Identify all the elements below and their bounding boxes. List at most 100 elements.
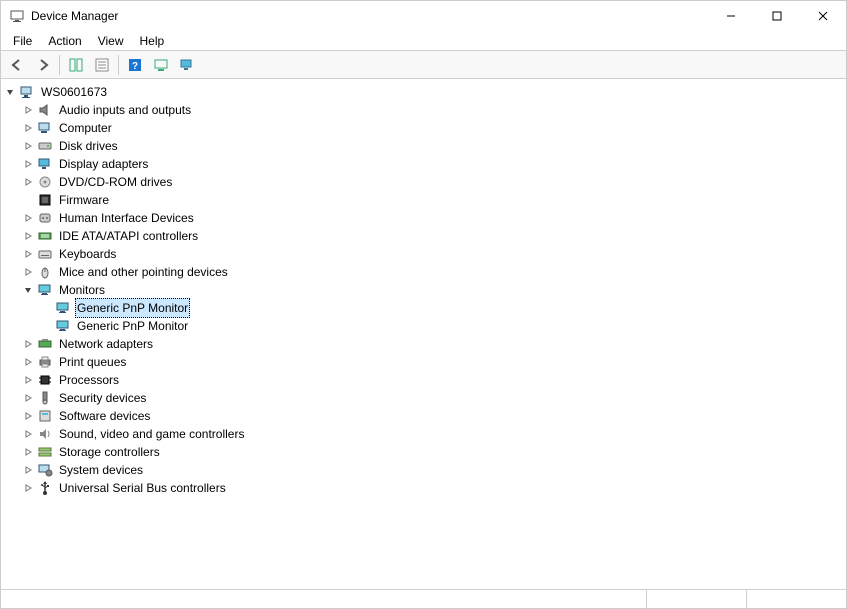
tree-node-child-10-1[interactable]: Generic PnP Monitor — [3, 317, 844, 335]
monitor-icon — [37, 282, 53, 298]
expander-icon[interactable] — [21, 481, 35, 495]
tree-node-cat-3[interactable]: Display adapters — [3, 155, 844, 173]
audio-icon — [37, 102, 53, 118]
node-label: Firmware — [57, 191, 111, 209]
dvd-icon — [37, 174, 53, 190]
expander-icon[interactable] — [21, 427, 35, 441]
node-label: WS0601673 — [39, 83, 109, 101]
expander-icon[interactable] — [21, 157, 35, 171]
tree-node-cat-5[interactable]: Firmware — [3, 191, 844, 209]
tree-node-cat-4[interactable]: DVD/CD-ROM drives — [3, 173, 844, 191]
tree-node-cat-7[interactable]: IDE ATA/ATAPI controllers — [3, 227, 844, 245]
printer-icon — [37, 354, 53, 370]
software-icon — [37, 408, 53, 424]
tree-node-cat-8[interactable]: Keyboards — [3, 245, 844, 263]
node-label: Universal Serial Bus controllers — [57, 479, 228, 497]
tree-node-cat-9[interactable]: Mice and other pointing devices — [3, 263, 844, 281]
keyboard-icon — [37, 246, 53, 262]
separator — [59, 55, 60, 75]
node-label: Security devices — [57, 389, 148, 407]
tree-node-cat-18[interactable]: System devices — [3, 461, 844, 479]
expander-icon[interactable] — [21, 265, 35, 279]
expander-icon[interactable] — [21, 409, 35, 423]
node-label: Disk drives — [57, 137, 120, 155]
tree-node-cat-19[interactable]: Universal Serial Bus controllers — [3, 479, 844, 497]
security-icon — [37, 390, 53, 406]
node-label: DVD/CD-ROM drives — [57, 173, 174, 191]
status-cell — [1, 590, 646, 609]
menu-view[interactable]: View — [90, 32, 132, 50]
tree-node-cat-6[interactable]: Human Interface Devices — [3, 209, 844, 227]
tree-node-cat-14[interactable]: Security devices — [3, 389, 844, 407]
expander-icon[interactable] — [21, 337, 35, 351]
mouse-icon — [37, 264, 53, 280]
node-label: Computer — [57, 119, 114, 137]
menu-action[interactable]: Action — [40, 32, 89, 50]
expander-icon[interactable] — [21, 355, 35, 369]
node-label: Generic PnP Monitor — [75, 317, 190, 335]
storage-icon — [37, 444, 53, 460]
maximize-button[interactable] — [754, 1, 800, 31]
expander-icon[interactable] — [3, 85, 17, 99]
node-label: Keyboards — [57, 245, 118, 263]
menu-help[interactable]: Help — [132, 32, 173, 50]
menu-file[interactable]: File — [5, 32, 40, 50]
expander-icon[interactable] — [21, 391, 35, 405]
show-hide-tree-button[interactable] — [64, 54, 88, 76]
tree-node-cat-16[interactable]: Sound, video and game controllers — [3, 425, 844, 443]
statusbar — [1, 589, 846, 609]
tree-node-cat-15[interactable]: Software devices — [3, 407, 844, 425]
titlebar: Device Manager — [1, 1, 846, 31]
window-title: Device Manager — [31, 9, 118, 23]
disk-icon — [37, 138, 53, 154]
expander-icon[interactable] — [21, 175, 35, 189]
node-label: Storage controllers — [57, 443, 162, 461]
expander-icon[interactable] — [21, 229, 35, 243]
computer-icon — [37, 120, 53, 136]
properties-button[interactable] — [90, 54, 114, 76]
tree-node-cat-2[interactable]: Disk drives — [3, 137, 844, 155]
ide-icon — [37, 228, 53, 244]
pc-icon — [19, 84, 35, 100]
expander-icon[interactable] — [21, 139, 35, 153]
expander-icon[interactable] — [21, 247, 35, 261]
node-label: Audio inputs and outputs — [57, 101, 193, 119]
expander-icon[interactable] — [21, 373, 35, 387]
separator — [118, 55, 119, 75]
tree-node-root[interactable]: WS0601673 — [3, 83, 844, 101]
help-button[interactable]: ? — [123, 54, 147, 76]
expander-icon[interactable] — [21, 121, 35, 135]
node-label: Network adapters — [57, 335, 155, 353]
expander-icon[interactable] — [21, 463, 35, 477]
tree-node-cat-17[interactable]: Storage controllers — [3, 443, 844, 461]
toolbar: ? — [1, 51, 846, 79]
node-label: Human Interface Devices — [57, 209, 196, 227]
tree-node-cat-13[interactable]: Processors — [3, 371, 844, 389]
tree-node-cat-12[interactable]: Print queues — [3, 353, 844, 371]
system-icon — [37, 462, 53, 478]
close-button[interactable] — [800, 1, 846, 31]
view-devices-button[interactable] — [175, 54, 199, 76]
tree-node-cat-0[interactable]: Audio inputs and outputs — [3, 101, 844, 119]
expander-icon[interactable] — [21, 445, 35, 459]
tree-node-child-10-0[interactable]: Generic PnP Monitor — [3, 299, 844, 317]
cpu-icon — [37, 372, 53, 388]
minimize-button[interactable] — [708, 1, 754, 31]
expander-icon[interactable] — [21, 103, 35, 117]
tree-node-cat-1[interactable]: Computer — [3, 119, 844, 137]
scan-hardware-button[interactable] — [149, 54, 173, 76]
node-label: System devices — [57, 461, 145, 479]
forward-button[interactable] — [31, 54, 55, 76]
device-manager-icon — [9, 8, 25, 24]
node-label: Software devices — [57, 407, 152, 425]
back-button[interactable] — [5, 54, 29, 76]
node-label: Display adapters — [57, 155, 150, 173]
tree-node-cat-10[interactable]: Monitors — [3, 281, 844, 299]
expander-icon[interactable] — [21, 283, 35, 297]
svg-text:?: ? — [132, 61, 138, 72]
expander-icon[interactable] — [21, 211, 35, 225]
node-label: Mice and other pointing devices — [57, 263, 230, 281]
status-cell — [746, 590, 846, 609]
device-tree[interactable]: WS0601673Audio inputs and outputsCompute… — [1, 79, 846, 589]
tree-node-cat-11[interactable]: Network adapters — [3, 335, 844, 353]
